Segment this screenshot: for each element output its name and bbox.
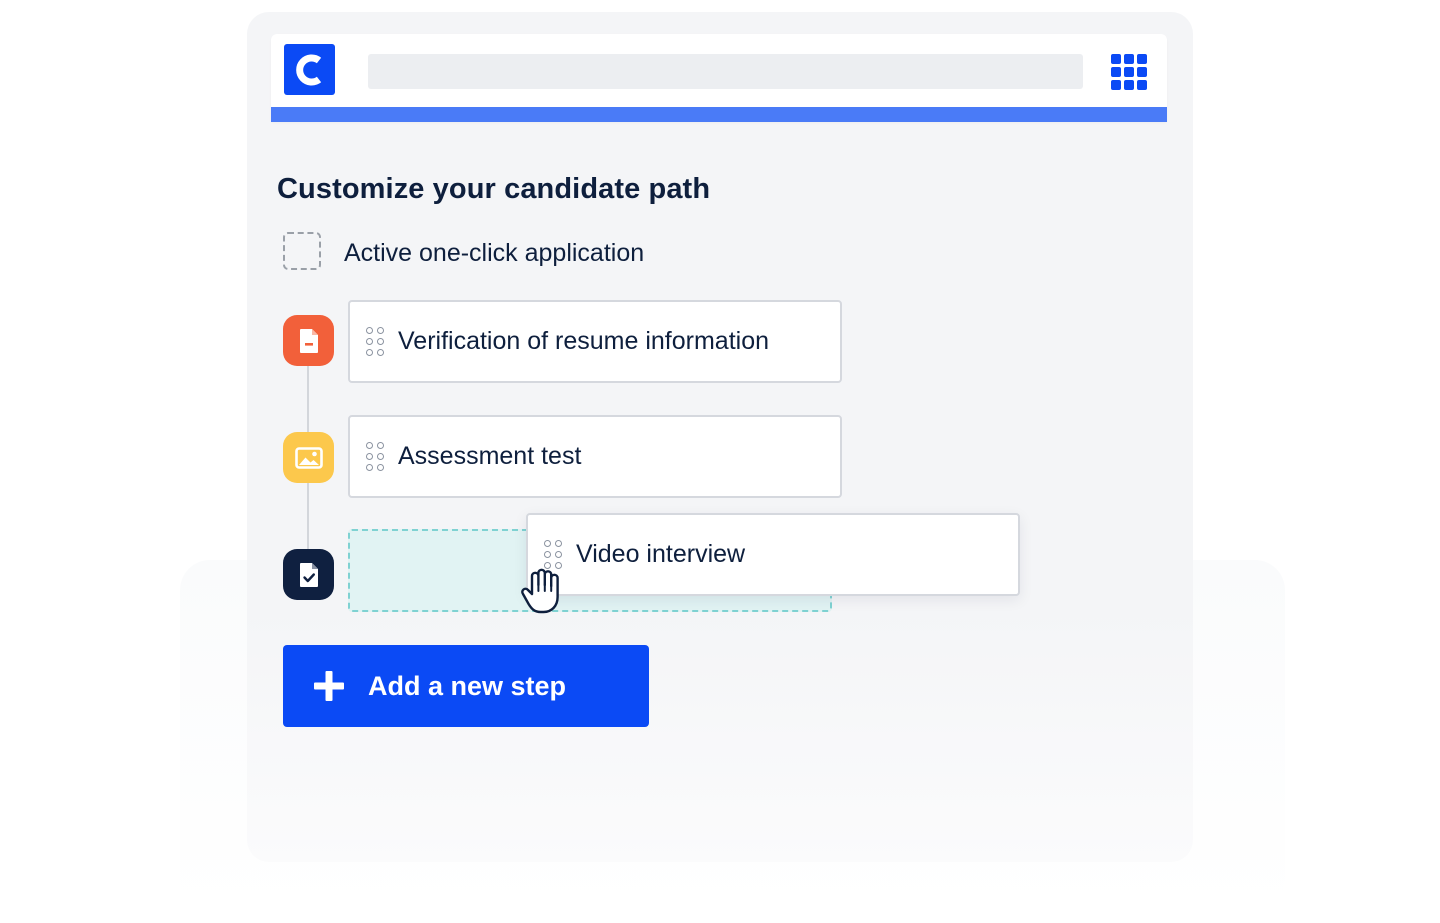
plus-icon — [314, 671, 344, 701]
image-icon — [283, 432, 334, 483]
page-title: Customize your candidate path — [277, 173, 711, 205]
drag-handle-icon[interactable] — [366, 327, 384, 357]
step-card-resume-verification[interactable]: Verification of resume information — [348, 300, 842, 383]
top-bar: C — [271, 34, 1167, 122]
drag-handle-icon[interactable] — [366, 442, 384, 472]
document-icon — [283, 315, 334, 366]
search-bar[interactable] — [368, 54, 1083, 89]
grab-hand-cursor-icon — [521, 568, 559, 614]
logo[interactable]: C — [284, 44, 335, 95]
step-card-assessment-test[interactable]: Assessment test — [348, 415, 842, 498]
one-click-label: Active one-click application — [344, 239, 645, 267]
step-label: Video interview — [576, 540, 746, 568]
step-label: Verification of resume information — [398, 327, 770, 355]
logo-c-icon — [295, 54, 321, 85]
add-new-step-label: Add a new step — [368, 670, 567, 701]
checked-document-icon — [283, 549, 334, 600]
grid-apps-icon[interactable] — [1111, 54, 1147, 90]
step-label: Assessment test — [398, 442, 582, 470]
one-click-checkbox[interactable] — [283, 232, 321, 270]
add-new-step-button[interactable]: Add a new step — [283, 645, 649, 727]
step-card-video-interview[interactable]: Video interview — [526, 513, 1020, 596]
accent-stripe — [271, 107, 1167, 122]
